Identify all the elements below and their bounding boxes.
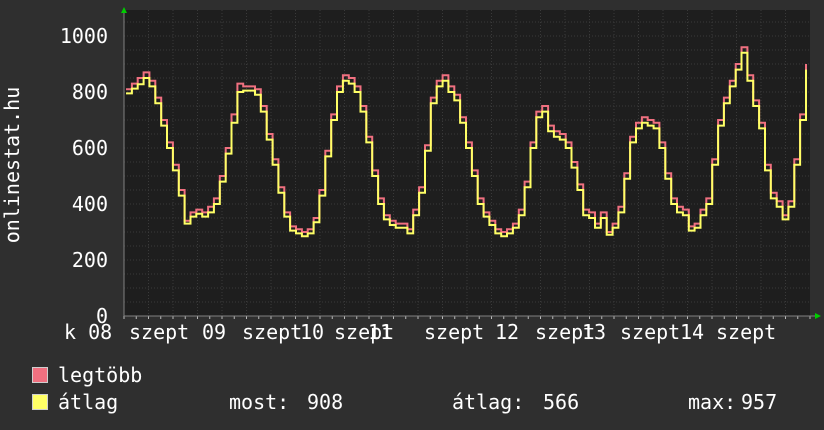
legend-label-atlag: átlag	[58, 390, 119, 414]
legend-label-legtobb: legtöbb	[58, 363, 143, 387]
x-tick-label: szept	[716, 320, 776, 344]
x-tick-label: 13	[582, 320, 606, 344]
chart: 02004006008001000 k 08 szept 09 szept10 szep…	[0, 7, 821, 344]
x-axis-arrow	[815, 313, 821, 319]
x-axis-ticks: k 08 szept 09 szept10 szept11 szept 12 szept13 s…	[64, 316, 811, 344]
x-tick-label: 14	[680, 320, 704, 344]
y-tick-label: 800	[72, 80, 108, 104]
x-tick-label: szept	[424, 320, 484, 344]
stat-max-value: 957	[741, 390, 778, 414]
legend-swatch-atlag	[32, 394, 48, 410]
legend: legtöbb átlag most: 908 átlag: 566 max: …	[30, 362, 810, 422]
y-tick-label: 400	[72, 192, 108, 216]
x-tick-label: szept	[242, 320, 302, 344]
stat-atlag-value: 566	[543, 390, 580, 414]
stat-max-label: max:	[688, 390, 737, 414]
x-tick-label: k 08	[64, 320, 112, 344]
legend-item-avg: átlag most: 908 átlag: 566 max: 957	[30, 389, 810, 415]
x-tick-label: 12	[495, 320, 519, 344]
y-axis-ticks: 02004006008001000	[60, 24, 108, 328]
x-tick-label: szept	[620, 320, 680, 344]
x-tick-label: 09	[202, 320, 226, 344]
stat-atlag-label: átlag:	[452, 390, 525, 414]
stat-most-value: 908	[307, 390, 344, 414]
y-tick-label: 600	[72, 136, 108, 160]
x-tick-label: 10	[300, 320, 324, 344]
stat-most-label: most:	[229, 390, 290, 414]
x-tick-label: 11	[368, 320, 392, 344]
x-tick-label: szept	[129, 320, 189, 344]
y-tick-label: 1000	[60, 24, 108, 48]
legend-swatch-legtobb	[32, 367, 48, 383]
y-axis-label: onlinestat.hu	[0, 87, 24, 244]
y-tick-label: 200	[72, 248, 108, 272]
